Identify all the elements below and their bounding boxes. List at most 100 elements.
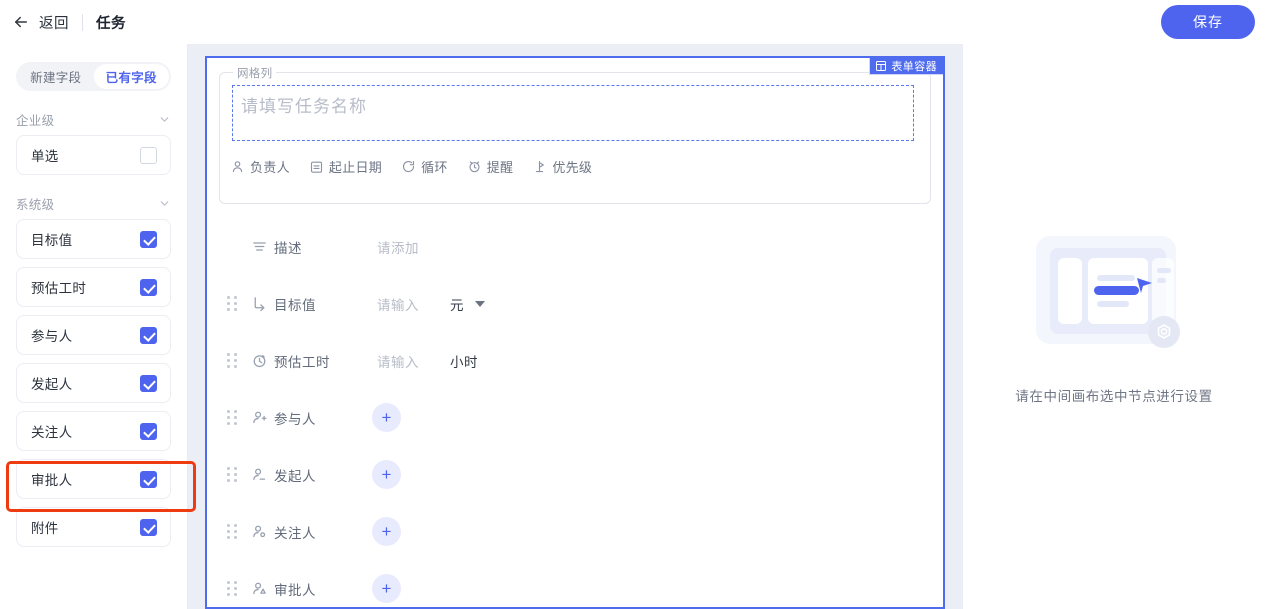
chip-label: 负责人 — [250, 160, 290, 175]
form-container-selected[interactable]: 表单容器 网格列 请填写任务名称 负责人 起止日期 循环 提醒 优先级 描述 请… — [205, 56, 945, 609]
top-bar: 返回 任务 保存 — [0, 0, 1265, 44]
row-label: 发起人 — [274, 468, 316, 484]
field-label: 目标值 — [31, 233, 73, 248]
group-header-system[interactable]: 系统级 — [16, 194, 171, 213]
chip-date-range[interactable]: 起止日期 — [309, 157, 382, 176]
tab-new-field[interactable]: 新建字段 — [18, 64, 94, 89]
field-card-follower[interactable]: 关注人 — [16, 411, 171, 451]
chip-label: 提醒 — [486, 160, 514, 175]
row-label: 目标值 — [274, 297, 316, 313]
field-card-estimated-hours[interactable]: 预估工时 — [16, 267, 171, 307]
field-label: 发起人 — [31, 377, 73, 392]
drag-handle[interactable] — [227, 581, 238, 596]
field-label: 审批人 — [31, 473, 73, 488]
row-value[interactable]: 请输入 — [377, 294, 419, 314]
calendar-icon — [310, 161, 322, 173]
add-follower-button[interactable]: + — [372, 517, 401, 546]
back-label: 返回 — [39, 15, 69, 32]
tab-existing-field[interactable]: 已有字段 — [93, 64, 169, 89]
alarm-icon — [469, 161, 480, 173]
drag-handle[interactable] — [227, 524, 238, 539]
form-container-icon — [876, 60, 887, 71]
field-card-target-value[interactable]: 目标值 — [16, 219, 171, 259]
chevron-down-icon — [160, 201, 169, 206]
row-target-value[interactable]: 目标值 请输入 元 — [207, 275, 943, 332]
field-mode-tabs: 新建字段 已有字段 — [16, 62, 171, 91]
group-title: 系统级 — [16, 198, 55, 212]
group-title: 企业级 — [16, 114, 55, 128]
row-estimated-hours[interactable]: 预估工时 请输入 小时 — [207, 332, 943, 389]
field-label: 关注人 — [31, 425, 73, 440]
row-description[interactable]: 描述 请添加 — [207, 218, 943, 275]
chevron-down-icon[interactable] — [475, 300, 485, 307]
field-checkbox[interactable] — [140, 230, 157, 248]
row-value[interactable]: 请添加 — [377, 237, 419, 257]
drag-handle[interactable] — [227, 296, 238, 311]
chip-label: 起止日期 — [328, 160, 383, 175]
field-label: 预估工时 — [31, 281, 87, 296]
drag-handle[interactable] — [227, 410, 238, 425]
chip-reminder[interactable]: 提醒 — [467, 157, 514, 176]
chip-repeat[interactable]: 循环 — [401, 157, 448, 176]
field-card-attachment[interactable]: 附件 — [16, 507, 171, 547]
row-label: 审批人 — [274, 582, 316, 598]
field-checkbox[interactable] — [140, 146, 157, 164]
field-checkbox[interactable] — [140, 422, 157, 440]
priority-flag-icon — [536, 160, 545, 173]
empty-state: 请在中间画布选中节点进行设置 — [1015, 228, 1212, 405]
field-label: 单选 — [31, 149, 59, 164]
back-button[interactable]: 返回 — [12, 12, 69, 33]
grid-column-fieldset[interactable]: 网格列 请填写任务名称 负责人 起止日期 循环 提醒 优先级 — [219, 65, 931, 204]
repeat-icon — [403, 160, 415, 173]
app-root: 返回 任务 保存 新建字段 已有字段 企业级 单选 系统级 目标值 预估工时 参… — [0, 0, 1265, 609]
drag-handle[interactable] — [227, 353, 238, 368]
field-sidebar: 新建字段 已有字段 企业级 单选 系统级 目标值 预估工时 参与人 发起人 关注… — [0, 44, 188, 609]
target-icon — [251, 295, 268, 312]
header-divider — [82, 13, 83, 31]
field-checkbox[interactable] — [140, 278, 157, 296]
chip-priority[interactable]: 优先级 — [532, 157, 592, 176]
save-button[interactable]: 保存 — [1161, 5, 1255, 39]
settings-panel: 请在中间画布选中节点进行设置 — [963, 44, 1265, 609]
stopwatch-icon — [251, 352, 268, 369]
person-approve-icon — [251, 580, 268, 597]
row-follower[interactable]: 关注人 + — [207, 503, 943, 560]
field-card-participant[interactable]: 参与人 — [16, 315, 171, 355]
person-icon — [232, 161, 243, 173]
chip-label: 循环 — [421, 160, 448, 175]
chevron-down-icon — [160, 117, 169, 122]
field-checkbox[interactable] — [140, 470, 157, 488]
task-name-placeholder: 请填写任务名称 — [241, 97, 367, 116]
row-label: 预估工时 — [274, 354, 330, 370]
row-label: 描述 — [274, 240, 302, 256]
add-participant-button[interactable]: + — [372, 403, 401, 432]
row-initiator[interactable]: 发起人 + — [207, 446, 943, 503]
field-card-initiator[interactable]: 发起人 — [16, 363, 171, 403]
field-checkbox[interactable] — [140, 518, 157, 536]
field-rows: 描述 请添加 目标值 请输入 元 预估工时 请输入 小时 参与人 + 发起人 +… — [207, 218, 943, 607]
form-canvas: 表单容器 网格列 请填写任务名称 负责人 起止日期 循环 提醒 优先级 描述 请… — [188, 44, 963, 609]
row-approver[interactable]: 审批人 + — [207, 560, 943, 607]
field-label: 参与人 — [31, 329, 73, 344]
empty-state-text: 请在中间画布选中节点进行设置 — [1015, 389, 1213, 404]
field-label: 附件 — [31, 521, 59, 536]
field-checkbox[interactable] — [140, 374, 157, 392]
row-value[interactable]: 请输入 — [377, 351, 419, 371]
field-checkbox[interactable] — [140, 326, 157, 344]
empty-state-illustration — [1036, 236, 1180, 348]
group-header-enterprise[interactable]: 企业级 — [16, 110, 171, 129]
add-approver-button[interactable]: + — [372, 574, 401, 603]
task-name-input[interactable]: 请填写任务名称 — [232, 85, 914, 141]
drag-handle[interactable] — [227, 467, 238, 482]
row-unit: 小时 — [450, 354, 478, 370]
description-icon — [251, 238, 268, 255]
add-initiator-button[interactable]: + — [372, 460, 401, 489]
field-card-single-choice[interactable]: 单选 — [16, 135, 171, 175]
form-container-badge: 表单容器 — [869, 58, 943, 75]
field-card-approver[interactable]: 审批人 — [16, 459, 171, 499]
row-unit: 元 — [450, 297, 464, 313]
row-label: 关注人 — [274, 525, 316, 541]
chip-owner[interactable]: 负责人 — [230, 157, 290, 176]
page-title: 任务 — [96, 15, 126, 32]
row-participant[interactable]: 参与人 + — [207, 389, 943, 446]
